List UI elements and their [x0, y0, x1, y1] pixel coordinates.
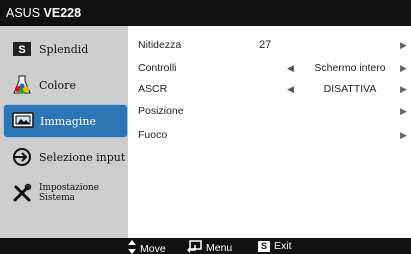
color-flask-icon	[11, 74, 33, 96]
setting-label: Nitidezza	[138, 39, 182, 51]
right-arrow-icon[interactable]: ▶	[400, 84, 407, 95]
setting-value: DISATTIVA	[323, 83, 377, 95]
right-arrow-icon[interactable]: ▶	[400, 106, 407, 117]
sidebar-item-label: Immagine	[40, 114, 96, 128]
setting-row-nitidezza[interactable]: Nitidezza 27 ▶	[128, 36, 411, 56]
brand-label: ASUS	[6, 6, 41, 20]
left-arrow-icon[interactable]: ◀	[287, 84, 294, 95]
right-arrow-icon[interactable]: ▶	[400, 63, 407, 74]
right-arrow-icon[interactable]: ▶	[400, 40, 407, 51]
up-down-icon	[128, 240, 136, 254]
sidebar-item-selezione-input[interactable]: Selezione input	[3, 140, 127, 174]
enter-icon	[186, 240, 202, 254]
settings-panel: Nitidezza 27 ▶ Controlli ◀ Schermo inter…	[128, 26, 411, 238]
sidebar-item-label: Splendid	[39, 42, 89, 56]
input-arrow-icon	[11, 146, 33, 168]
setting-label: Posizione	[138, 105, 184, 117]
footer-move: Move	[128, 240, 166, 254]
sidebar: S Splendid Colore Immagine Selezione inp…	[0, 26, 128, 238]
s-box-icon: S	[11, 38, 33, 60]
setting-value: Schermo intero	[314, 62, 386, 74]
setting-row-fuoco[interactable]: Fuoco ▶	[128, 126, 411, 146]
sidebar-item-label: Colore	[39, 78, 76, 92]
setting-label: Controlli	[138, 62, 177, 74]
footer-exit-label: Exit	[274, 240, 292, 252]
sidebar-item-impostazione-sistema[interactable]: Impostazione Sistema	[3, 176, 127, 210]
sidebar-item-immagine[interactable]: Immagine	[3, 104, 128, 138]
sidebar-item-colore[interactable]: Colore	[3, 68, 127, 102]
svg-text:S: S	[18, 44, 25, 56]
picture-monitor-icon	[12, 110, 34, 132]
osd-menu: ASUS VE228 S Splendid Colore Immagine Se…	[0, 0, 411, 254]
setting-row-posizione[interactable]: Posizione ▶	[128, 102, 411, 122]
setting-row-controlli[interactable]: Controlli ◀ Schermo intero ▶	[128, 59, 411, 79]
setting-label: Fuoco	[138, 129, 168, 141]
setting-value: 27	[259, 39, 272, 51]
model-label: VE228	[43, 6, 82, 20]
sidebar-item-label: Selezione input	[39, 150, 126, 164]
title-bar: ASUS VE228	[0, 0, 411, 26]
tools-icon	[11, 182, 33, 204]
footer-move-label: Move	[140, 242, 166, 254]
footer-menu: Menu	[186, 240, 232, 254]
setting-label: ASCR	[138, 83, 168, 95]
s-key-icon: S	[258, 240, 271, 252]
left-arrow-icon[interactable]: ◀	[287, 63, 294, 74]
footer-bar: Move Menu S Exit	[0, 238, 411, 254]
setting-row-ascr[interactable]: ASCR ◀ DISATTIVA ▶	[128, 80, 411, 100]
sidebar-item-splendid[interactable]: S Splendid	[3, 32, 127, 66]
footer-menu-label: Menu	[206, 242, 233, 254]
footer-exit: S Exit	[258, 240, 292, 252]
right-arrow-icon[interactable]: ▶	[400, 130, 407, 141]
sidebar-item-label: Impostazione Sistema	[39, 183, 99, 203]
